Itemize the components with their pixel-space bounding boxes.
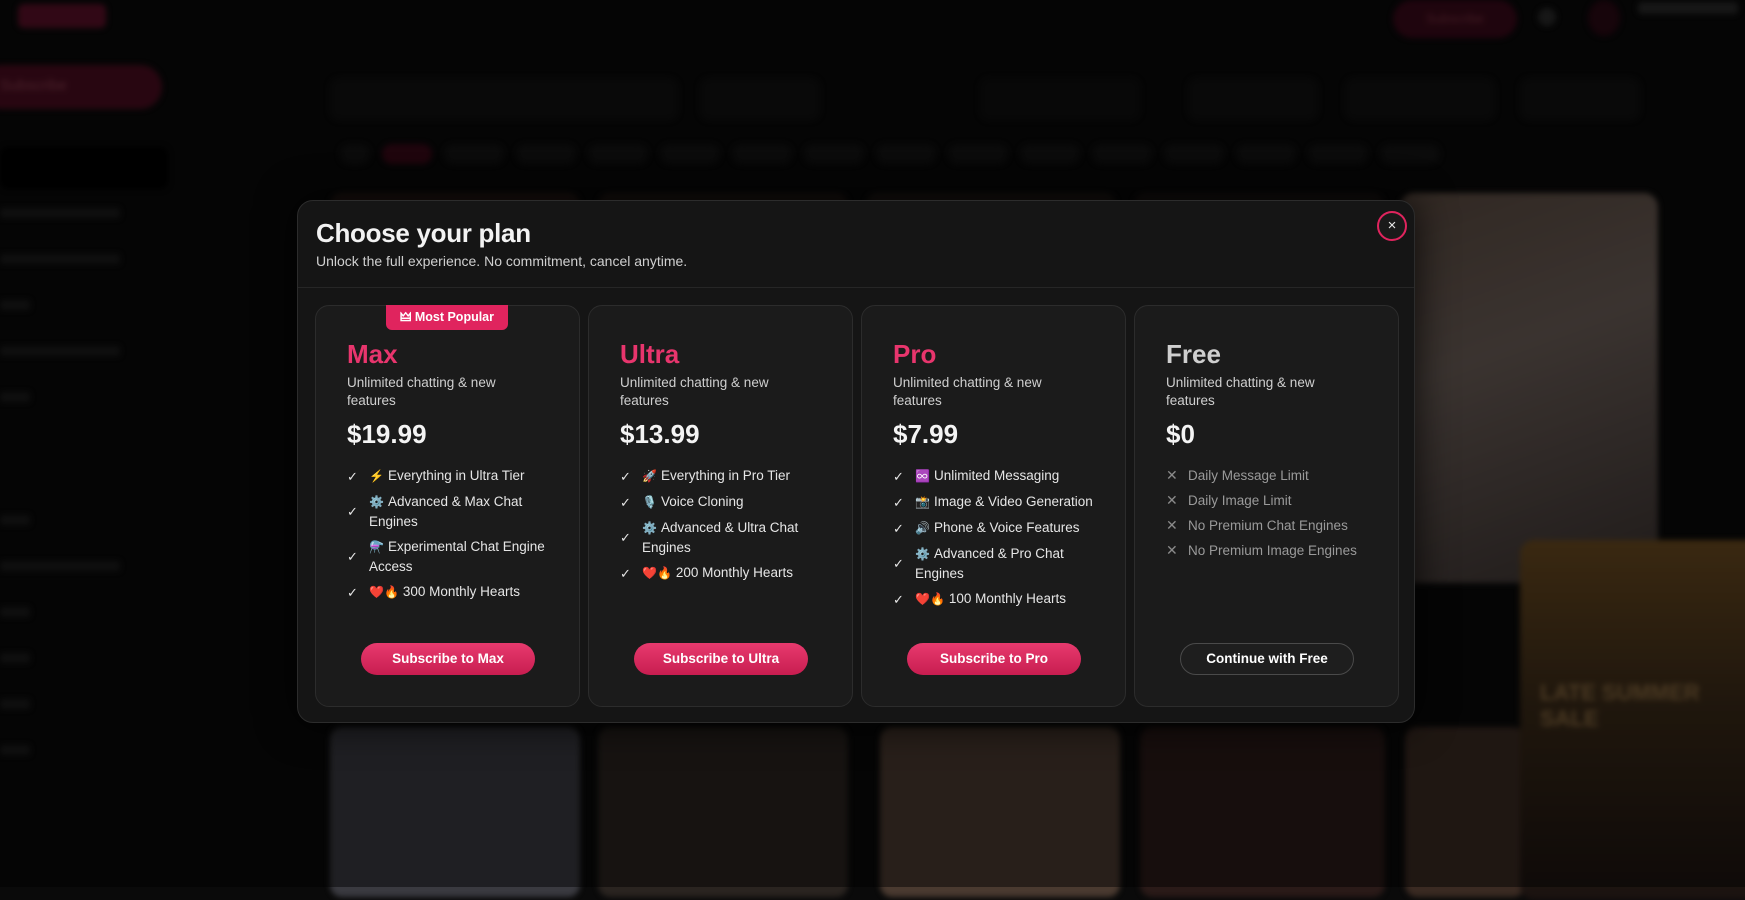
feature-item: ✕Daily Message Limit xyxy=(1166,466,1386,485)
plan-description: Unlimited chatting & new features xyxy=(620,374,820,410)
x-icon: ✕ xyxy=(1166,516,1188,535)
plan-name: Free xyxy=(1166,339,1221,370)
modal-divider xyxy=(298,287,1414,288)
feature-item: ✓🔊Phone & Voice Features xyxy=(893,518,1113,538)
feature-item: ✓🚀Everything in Pro Tier xyxy=(620,466,840,486)
camera-icon: 📸 xyxy=(915,495,930,509)
feature-item: ✓❤️🔥300 Monthly Hearts xyxy=(347,582,567,602)
modal-title: Choose your plan xyxy=(316,218,531,249)
gear-icon: ⚙️ xyxy=(915,547,930,561)
feature-item: ✓⚗️Experimental Chat Engine Access xyxy=(347,537,567,576)
feature-list: ✕Daily Message Limit ✕Daily Image Limit … xyxy=(1166,466,1386,566)
feature-item: ✓♾️Unlimited Messaging xyxy=(893,466,1113,486)
feature-item: ✕Daily Image Limit xyxy=(1166,491,1386,510)
feature-item: ✓⚙️Advanced & Pro Chat Engines xyxy=(893,544,1113,583)
x-icon: ✕ xyxy=(1166,491,1188,510)
check-icon: ✓ xyxy=(620,564,642,583)
feature-list: ✓♾️Unlimited Messaging ✓📸Image & Video G… xyxy=(893,466,1113,615)
flask-icon: ⚗️ xyxy=(369,540,384,554)
speaker-icon: 🔊 xyxy=(915,521,930,535)
plan-price: $19.99 xyxy=(347,419,427,450)
feature-list: ✓⚡Everything in Ultra Tier ✓⚙️Advanced &… xyxy=(347,466,567,608)
check-icon: ✓ xyxy=(347,547,369,566)
x-icon: ✕ xyxy=(1166,541,1188,560)
infinity-icon: ♾️ xyxy=(915,469,930,483)
check-icon: ✓ xyxy=(620,528,642,547)
x-icon: ✕ xyxy=(1166,466,1188,485)
feature-item: ✕No Premium Image Engines xyxy=(1166,541,1386,560)
feature-item: ✓⚡Everything in Ultra Tier xyxy=(347,466,567,486)
subscribe-max-button[interactable]: Subscribe to Max xyxy=(361,643,535,675)
feature-item: ✓📸Image & Video Generation xyxy=(893,492,1113,512)
microphone-icon: 🎙️ xyxy=(642,495,657,509)
check-icon: ✓ xyxy=(347,502,369,521)
plan-price: $13.99 xyxy=(620,419,700,450)
modal-subtitle: Unlock the full experience. No commitmen… xyxy=(316,253,687,269)
plan-card-max: 🜲 Most Popular Max Unlimited chatting & … xyxy=(315,305,580,707)
plan-name: Max xyxy=(347,339,398,370)
close-icon[interactable]: × xyxy=(1377,211,1407,241)
plan-price: $7.99 xyxy=(893,419,958,450)
check-icon: ✓ xyxy=(347,467,369,486)
check-icon: ✓ xyxy=(893,467,915,486)
feature-item: ✓❤️🔥100 Monthly Hearts xyxy=(893,589,1113,609)
heart-fire-icon: ❤️🔥 xyxy=(369,585,399,599)
check-icon: ✓ xyxy=(347,583,369,602)
subscribe-pro-button[interactable]: Subscribe to Pro xyxy=(907,643,1081,675)
plan-price: $0 xyxy=(1166,419,1195,450)
check-icon: ✓ xyxy=(620,493,642,512)
plan-description: Unlimited chatting & new features xyxy=(893,374,1093,410)
gear-icon: ⚙️ xyxy=(642,521,657,535)
feature-list: ✓🚀Everything in Pro Tier ✓🎙️Voice Clonin… xyxy=(620,466,840,589)
lightning-icon: ⚡ xyxy=(369,469,384,483)
plan-name: Ultra xyxy=(620,339,679,370)
rocket-icon: 🚀 xyxy=(642,469,657,483)
feature-item: ✓❤️🔥200 Monthly Hearts xyxy=(620,563,840,583)
heart-fire-icon: ❤️🔥 xyxy=(642,566,672,580)
subscribe-ultra-button[interactable]: Subscribe to Ultra xyxy=(634,643,808,675)
feature-item: ✓🎙️Voice Cloning xyxy=(620,492,840,512)
check-icon: ✓ xyxy=(893,519,915,538)
continue-free-button[interactable]: Continue with Free xyxy=(1180,643,1354,675)
feature-item: ✕No Premium Chat Engines xyxy=(1166,516,1386,535)
plan-description: Unlimited chatting & new features xyxy=(347,374,547,410)
plan-card-ultra: Ultra Unlimited chatting & new features … xyxy=(588,305,853,707)
feature-item: ✓⚙️Advanced & Ultra Chat Engines xyxy=(620,518,840,557)
check-icon: ✓ xyxy=(893,554,915,573)
gear-icon: ⚙️ xyxy=(369,495,384,509)
most-popular-badge: 🜲 Most Popular xyxy=(386,305,508,330)
check-icon: ✓ xyxy=(620,467,642,486)
plan-modal: Choose your plan Unlock the full experie… xyxy=(297,200,1415,723)
feature-item: ✓⚙️Advanced & Max Chat Engines xyxy=(347,492,567,531)
plan-name: Pro xyxy=(893,339,936,370)
heart-fire-icon: ❤️🔥 xyxy=(915,592,945,606)
check-icon: ✓ xyxy=(893,493,915,512)
plan-card-pro: Pro Unlimited chatting & new features $7… xyxy=(861,305,1126,707)
plan-description: Unlimited chatting & new features xyxy=(1166,374,1366,410)
plan-card-free: Free Unlimited chatting & new features $… xyxy=(1134,305,1399,707)
check-icon: ✓ xyxy=(893,590,915,609)
plan-list: 🜲 Most Popular Max Unlimited chatting & … xyxy=(315,305,1399,707)
